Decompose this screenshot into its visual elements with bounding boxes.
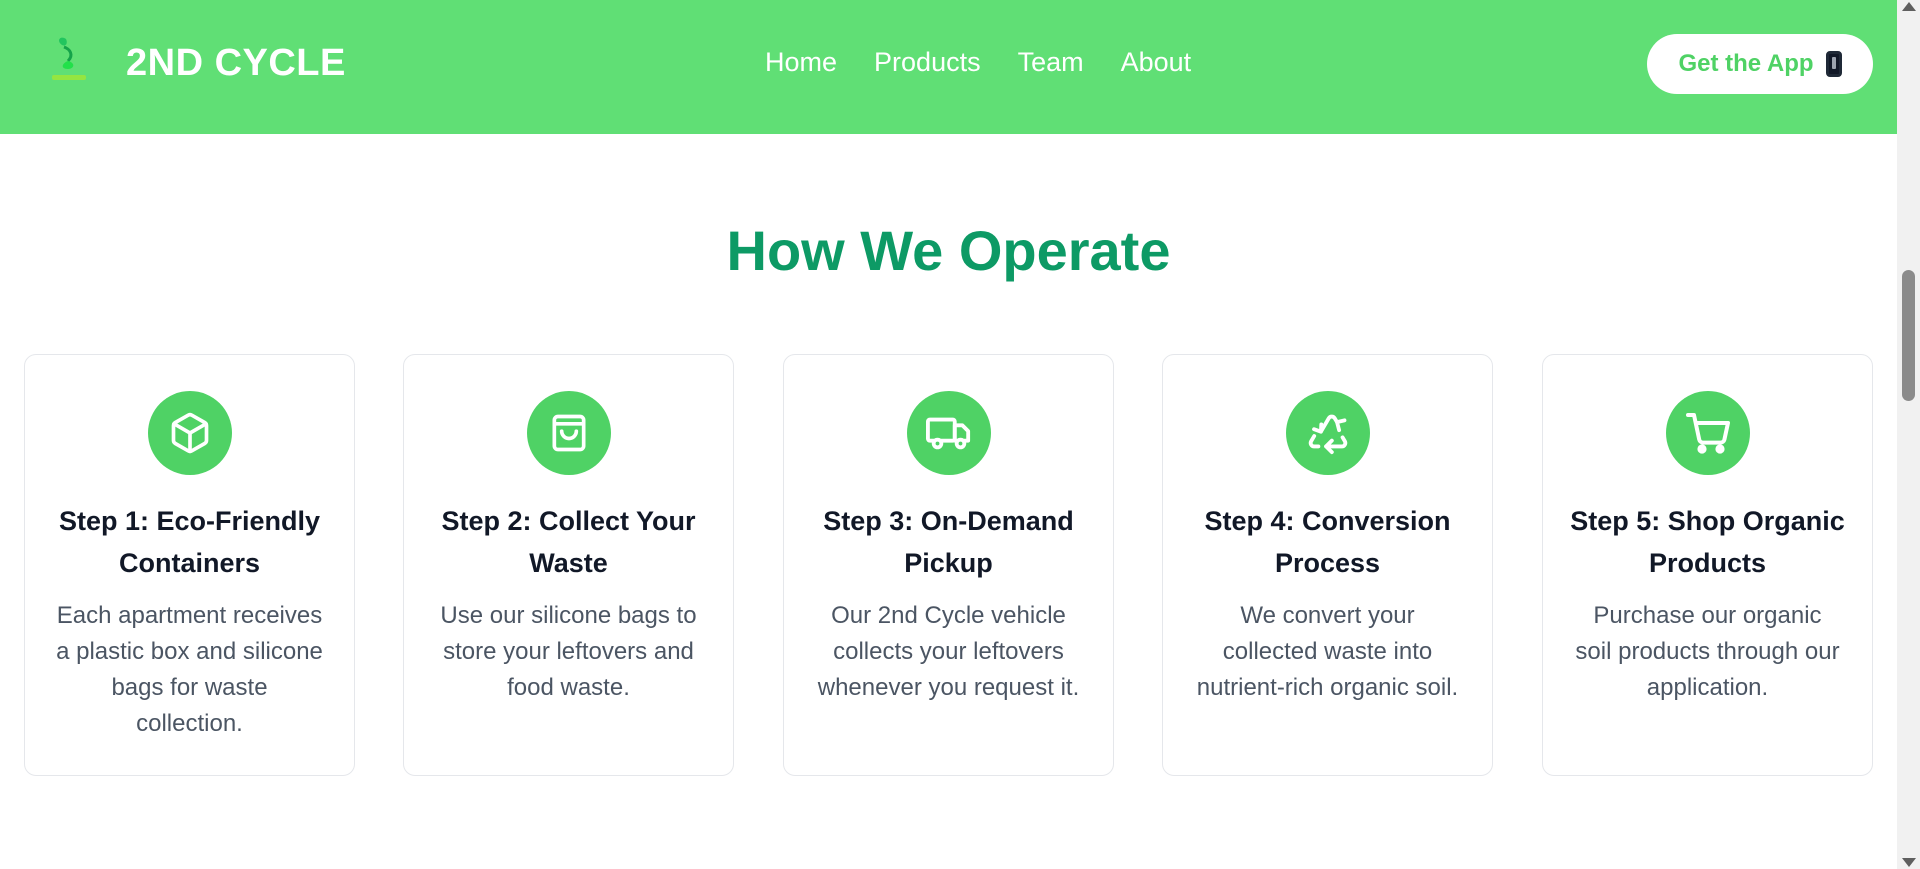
truck-icon bbox=[906, 391, 991, 475]
step-card: Step 2: Collect Your Waste Use our silic… bbox=[403, 354, 734, 776]
step-title: Step 4: Conversion Process bbox=[1204, 506, 1451, 578]
page: 2ND CYCLE Home Products Team About Get t… bbox=[0, 0, 1897, 869]
step-card: Step 4: Conversion Process We convert yo… bbox=[1162, 354, 1493, 776]
step-description: Each apartment receives a plastic box an… bbox=[56, 602, 323, 737]
brand-name[interactable]: 2ND CYCLE bbox=[126, 42, 346, 85]
mobile-phone-icon bbox=[1825, 51, 1842, 77]
section-title: How We Operate bbox=[726, 219, 1171, 282]
scroll-down-arrow-icon[interactable] bbox=[1902, 858, 1916, 867]
box-icon bbox=[147, 391, 232, 475]
scrollbar-thumb[interactable] bbox=[1902, 270, 1915, 401]
step-title: Step 5: Shop Organic Products bbox=[1570, 506, 1845, 578]
get-the-app-label: Get the App bbox=[1678, 50, 1814, 77]
step-description: Use our silicone bags to store your left… bbox=[440, 602, 697, 701]
step-title: Step 3: On-Demand Pickup bbox=[823, 506, 1074, 578]
main-nav: Home Products Team About bbox=[765, 47, 1191, 78]
step-card: Step 3: On-Demand Pickup Our 2nd Cycle v… bbox=[783, 354, 1114, 776]
sprout-logo-icon[interactable] bbox=[38, 28, 100, 90]
nav-about[interactable]: About bbox=[1121, 47, 1192, 78]
step-description: Our 2nd Cycle vehicle collects your left… bbox=[817, 602, 1080, 701]
step-card: Step 5: Shop Organic Products Purchase o… bbox=[1542, 354, 1873, 776]
recycle-icon bbox=[1285, 391, 1370, 475]
step-card: Step 1: Eco-Friendly Containers Each apa… bbox=[24, 354, 355, 776]
nav-team[interactable]: Team bbox=[1018, 47, 1084, 78]
vertical-scrollbar[interactable] bbox=[1897, 0, 1920, 869]
step-description: Purchase our organic soil products throu… bbox=[1575, 602, 1840, 701]
shopping-bag-icon bbox=[526, 391, 611, 475]
step-description: We convert your collected waste into nut… bbox=[1196, 602, 1459, 701]
nav-products[interactable]: Products bbox=[874, 47, 981, 78]
scroll-up-arrow-icon[interactable] bbox=[1902, 2, 1916, 11]
step-title: Step 1: Eco-Friendly Containers bbox=[58, 506, 321, 578]
get-the-app-button[interactable]: Get the App bbox=[1647, 34, 1873, 94]
site-header: 2ND CYCLE Home Products Team About Get t… bbox=[0, 0, 1897, 134]
step-title: Step 2: Collect Your Waste bbox=[441, 506, 696, 578]
steps-list: Step 1: Eco-Friendly Containers Each apa… bbox=[24, 354, 1874, 776]
nav-home[interactable]: Home bbox=[765, 47, 837, 78]
shopping-cart-icon bbox=[1665, 391, 1750, 475]
